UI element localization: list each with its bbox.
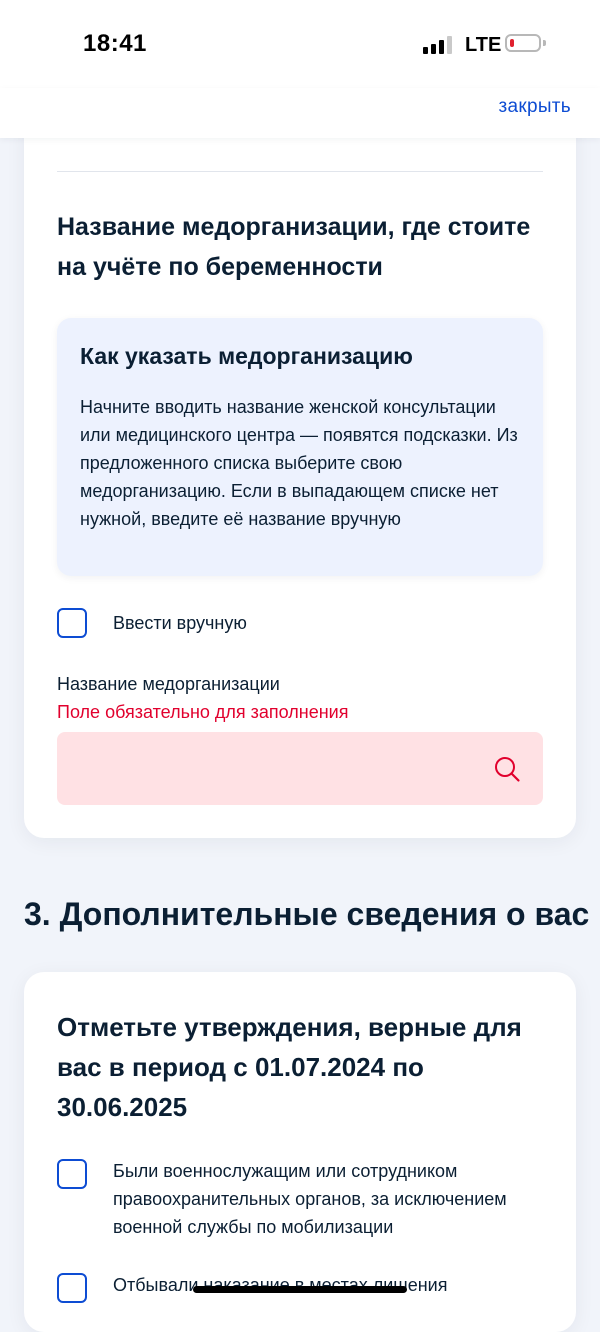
option-checkbox-imprisonment[interactable] xyxy=(57,1273,87,1303)
additional-info-card: Отметьте утверждения, верные для вас в п… xyxy=(24,972,576,1332)
med-org-field-error: Поле обязательно для заполнения xyxy=(57,702,349,722)
med-org-field-label: Название медорганизации xyxy=(57,674,280,694)
statements-question: Отметьте утверждения, верные для вас в п… xyxy=(57,1012,522,1122)
status-bar: 18:41 LTE xyxy=(0,0,600,88)
signal-icon xyxy=(423,36,455,54)
manual-entry-checkbox[interactable] xyxy=(57,608,87,638)
option-label-military[interactable]: Были военнослужащим или сотрудником прав… xyxy=(113,1157,553,1241)
search-icon[interactable] xyxy=(493,755,521,783)
hint-text: Начните вводить название женской консуль… xyxy=(80,397,518,529)
close-link[interactable]: закрыть xyxy=(498,96,571,118)
hint-box: Как указать медорганизацию Начните вводи… xyxy=(57,318,543,576)
med-org-title: Название медорганизации, где стоите на у… xyxy=(57,213,531,281)
option-checkbox-military[interactable] xyxy=(57,1159,87,1189)
med-org-card: Название медорганизации, где стоите на у… xyxy=(24,110,576,838)
battery-level xyxy=(510,39,514,47)
section-3-title: 3. Дополнительные сведения о вас xyxy=(24,896,590,932)
option-label-imprisonment[interactable]: Отбывали наказание в местах лишения xyxy=(113,1271,553,1299)
home-indicator xyxy=(193,1286,407,1293)
med-org-input[interactable] xyxy=(57,732,543,805)
divider xyxy=(57,171,543,172)
battery-icon xyxy=(505,34,541,52)
status-time: 18:41 xyxy=(83,30,147,57)
top-bar: закрыть xyxy=(0,88,600,138)
hint-title: Как указать медорганизацию xyxy=(80,343,413,369)
battery-cap xyxy=(543,40,546,46)
manual-entry-label[interactable]: Ввести вручную xyxy=(113,609,247,637)
network-type: LTE xyxy=(465,34,502,56)
